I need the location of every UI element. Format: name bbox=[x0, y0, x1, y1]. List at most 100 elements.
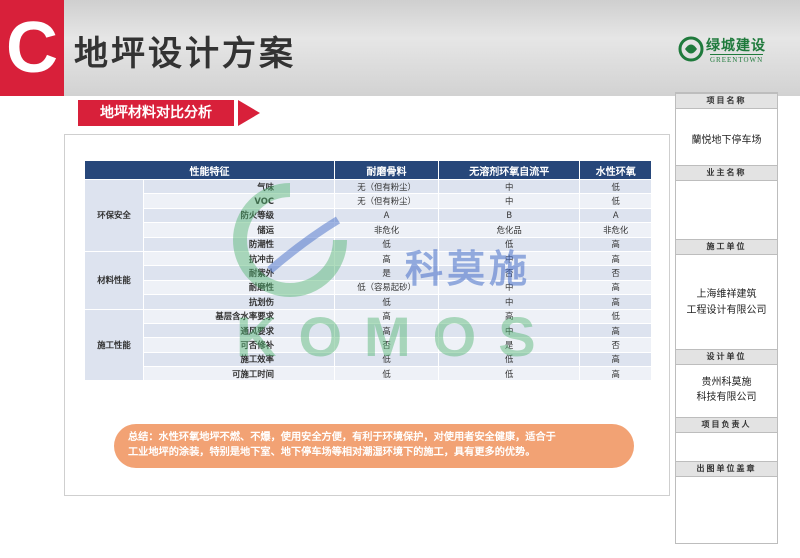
table-row: 防潮性 低 低 高 bbox=[85, 236, 652, 252]
table-row: 环保安全 气味 无（但有粉尘） 中 低 bbox=[84, 178, 652, 252]
value-cell: 低（容易起砂） bbox=[333, 279, 440, 296]
feature-cell: VOC bbox=[143, 193, 335, 209]
value-cell: 高 bbox=[333, 308, 440, 324]
table-row: 材料性能 抗冲击 高 中 高 bbox=[84, 250, 652, 310]
value-cell: 非危化 bbox=[333, 222, 440, 238]
table-row: 可否修补 否 是 否 bbox=[85, 337, 652, 353]
feature-cell: 防潮性 bbox=[143, 236, 335, 252]
contractor-value-2: 工程设计有限公司 bbox=[686, 305, 767, 316]
feature-cell: 气味 bbox=[143, 178, 335, 195]
value-cell: 高 bbox=[579, 236, 652, 252]
value-cell: 低 bbox=[438, 366, 581, 382]
group-label: 环保安全 bbox=[84, 179, 144, 252]
contractor-label: 施工单位 bbox=[676, 239, 777, 255]
leaf-logo-icon bbox=[678, 36, 704, 62]
table-header-row: 性能特征 耐磨骨料 无溶剂环氧自流平 水性环氧 bbox=[84, 160, 652, 180]
value-cell: 高 bbox=[579, 351, 652, 368]
feature-cell: 通风要求 bbox=[143, 322, 335, 339]
project-name-value: 蘭悦地下停车场 bbox=[691, 135, 762, 146]
value-cell: 中 bbox=[438, 178, 581, 195]
value-cell: 低 bbox=[333, 294, 440, 310]
value-cell: 低 bbox=[438, 236, 581, 252]
table-header-col1: 耐磨骨料 bbox=[333, 160, 440, 180]
project-name-label: 项目名称 bbox=[676, 93, 777, 109]
comparison-table: 性能特征 耐磨骨料 无溶剂环氧自流平 水性环氧 环保安全 气味 无（但有粉尘） … bbox=[84, 160, 652, 382]
value-cell: 高 bbox=[333, 322, 440, 339]
table-row: 防火等级 A B A bbox=[85, 207, 652, 224]
table-row: 通风要求 高 中 高 bbox=[85, 322, 652, 339]
value-cell: 低 bbox=[579, 308, 652, 324]
table-header-col2: 无溶剂环氧自流平 bbox=[438, 160, 581, 180]
feature-cell: 抗冲击 bbox=[143, 250, 335, 267]
table-row: 储运 非危化 危化品 非危化 bbox=[85, 222, 652, 238]
value-cell: 低 bbox=[438, 351, 581, 368]
manager-label: 项目负责人 bbox=[676, 417, 777, 433]
summary-line-1: 总结：水性环氧地坪不燃、不爆，使用安全方便，有利于环境保护，对使用者安全健康，适… bbox=[128, 432, 556, 443]
value-cell: 高 bbox=[438, 308, 581, 324]
feature-cell: 耐磨性 bbox=[143, 279, 335, 296]
table-row: 施工效率 低 低 高 bbox=[85, 351, 652, 368]
table-header-col3: 水性环氧 bbox=[579, 160, 652, 180]
value-cell: 低 bbox=[579, 178, 652, 195]
value-cell: 中 bbox=[438, 193, 581, 209]
feature-cell: 抗划伤 bbox=[143, 294, 335, 310]
value-cell: 无（但有粉尘） bbox=[333, 178, 440, 195]
value-cell: 高 bbox=[333, 250, 440, 267]
value-cell: 高 bbox=[579, 279, 652, 296]
logo-text-cn: 绿城建设 bbox=[706, 38, 766, 54]
value-cell: 是 bbox=[438, 337, 581, 353]
value-cell: A bbox=[333, 207, 440, 224]
value-cell: 否 bbox=[579, 265, 652, 281]
value-cell: A bbox=[579, 207, 652, 224]
value-cell: 中 bbox=[438, 250, 581, 267]
feature-cell: 可否修补 bbox=[143, 337, 335, 353]
value-cell: 无（但有粉尘） bbox=[333, 193, 440, 209]
value-cell: 低 bbox=[333, 366, 440, 382]
group-label: 材料性能 bbox=[84, 250, 144, 310]
value-cell: 高 bbox=[579, 250, 652, 267]
feature-cell: 可施工时间 bbox=[143, 366, 335, 382]
page-title: 地坪设计方案 bbox=[74, 34, 296, 74]
stamp-label: 出图单位盖章 bbox=[676, 461, 777, 477]
group-label: 施工性能 bbox=[84, 308, 144, 382]
value-cell: 中 bbox=[438, 322, 581, 339]
value-cell: 低 bbox=[579, 193, 652, 209]
logo-text-en: GREENTOWN bbox=[710, 54, 764, 64]
value-cell: 是 bbox=[333, 265, 440, 281]
table-row: 耐磨性 低（容易起砂） 中 高 bbox=[85, 279, 652, 296]
designer-value-2: 科技有限公司 bbox=[696, 392, 757, 403]
section-badge: C bbox=[0, 0, 64, 96]
value-cell: B bbox=[438, 207, 581, 224]
table-row: 施工性能 基层含水率要求 高 高 低 bbox=[84, 308, 652, 382]
table-row: 抗划伤 低 中 高 bbox=[85, 294, 652, 310]
value-cell: 高 bbox=[579, 366, 652, 382]
contractor-value-1: 上海维祥建筑 bbox=[696, 289, 757, 300]
designer-value-1: 贵州科莫施 bbox=[701, 377, 752, 388]
section-arrow-icon bbox=[238, 100, 260, 126]
value-cell: 低 bbox=[333, 351, 440, 368]
value-cell: 高 bbox=[579, 294, 652, 310]
value-cell: 非危化 bbox=[579, 222, 652, 238]
designer-label: 设计单位 bbox=[676, 349, 777, 365]
owner-label: 业主名称 bbox=[676, 165, 777, 181]
feature-cell: 防火等级 bbox=[143, 207, 335, 224]
summary-line-2: 工业地坪的涂装，特别是地下室、地下停车场等相对潮湿环境下的施工，具有更多的优势。 bbox=[128, 447, 536, 458]
feature-cell: 施工效率 bbox=[143, 351, 335, 368]
value-cell: 高 bbox=[579, 322, 652, 339]
value-cell: 否 bbox=[333, 337, 440, 353]
feature-cell: 基层含水率要求 bbox=[143, 308, 335, 324]
section-title: 地坪材料对比分析 bbox=[78, 100, 238, 126]
table-header-feature: 性能特征 bbox=[84, 160, 335, 180]
value-cell: 中 bbox=[438, 294, 581, 310]
table-row: 耐紫外 是 否 否 bbox=[85, 265, 652, 281]
feature-cell: 储运 bbox=[143, 222, 335, 238]
value-cell: 中 bbox=[438, 279, 581, 296]
value-cell: 危化品 bbox=[438, 222, 581, 238]
feature-cell: 耐紫外 bbox=[143, 265, 335, 281]
value-cell: 低 bbox=[333, 236, 440, 252]
summary-box: 总结：水性环氧地坪不燃、不爆，使用安全方便，有利于环境保护，对使用者安全健康，适… bbox=[114, 424, 634, 468]
table-row: 可施工时间 低 低 高 bbox=[85, 366, 652, 382]
table-row: VOC 无（但有粉尘） 中 低 bbox=[85, 193, 652, 209]
greentown-logo: 绿城建设 GREENTOWN bbox=[676, 34, 794, 68]
title-block: 项目名称 蘭悦地下停车场 业主名称 施工单位 上海维祥建筑 工程设计有限公司 设… bbox=[675, 92, 778, 544]
